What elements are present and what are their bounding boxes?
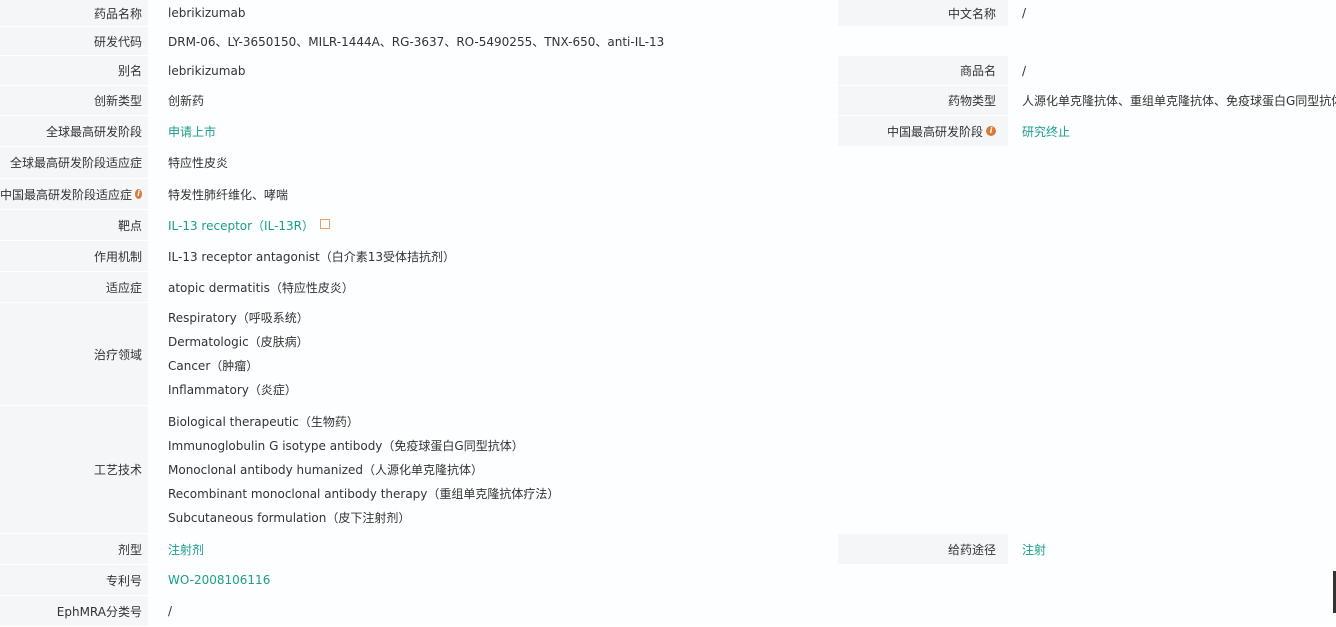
label-therapeutic-area: 治疗领域 (0, 303, 148, 405)
label-innovation-type: 创新类型 (0, 86, 148, 115)
label-route: 给药途径 (838, 534, 1008, 564)
value-trade-name: / (1008, 56, 1336, 85)
label-patent: 专利号 (0, 565, 148, 595)
value-alias: lebrikizumab (148, 56, 828, 85)
value-global-indication: 特应性皮炎 (148, 147, 1336, 178)
drug-info-table: 药品名称 lebrikizumab 中文名称 / 研发代码 DRM-06、LY-… (0, 0, 1336, 627)
row-innovation: 创新类型 创新药 药物类型 人源化单克隆抗体、重组单克隆抗体、免疫球蛋白G同型抗… (0, 86, 1336, 116)
row-therapeutic-area: 治疗领域 Respiratory（呼吸系统） Dermatologic（皮肤病）… (0, 303, 1336, 406)
label-target: 靶点 (0, 210, 148, 240)
link-target[interactable]: IL-13 receptor（IL-13R） (168, 217, 314, 234)
row-alias: 别名 lebrikizumab 商品名 / (0, 56, 1336, 86)
value-rd-code: DRM-06、LY-3650150、MILR-1444A、RG-3637、RO-… (148, 27, 1336, 55)
row-ephmra: EphMRA分类号 / (0, 596, 1336, 627)
label-technology: 工艺技术 (0, 406, 148, 533)
value-mechanism: IL-13 receptor antagonist（白介素13受体拮抗剂） (148, 241, 1336, 271)
link-dosage-form[interactable]: 注射剂 (168, 541, 204, 558)
label-rd-code: 研发代码 (0, 27, 148, 55)
row-china-indication: 中国最高研发阶段适应症 i 特发性肺纤维化、哮喘 (0, 179, 1336, 210)
link-global-stage[interactable]: 申请上市 (168, 123, 216, 140)
list-item: Dermatologic（皮肤病） (168, 335, 309, 349)
label-global-stage: 全球最高研发阶段 (0, 116, 148, 146)
row-mechanism: 作用机制 IL-13 receptor antagonist（白介素13受体拮抗… (0, 241, 1336, 272)
row-technology: 工艺技术 Biological therapeutic（生物药） Immunog… (0, 406, 1336, 534)
info-icon[interactable]: i (135, 189, 142, 199)
link-china-stage[interactable]: 研究终止 (1022, 123, 1070, 140)
value-indication: atopic dermatitis（特应性皮炎） (148, 272, 1336, 302)
list-item: Cancer（肿瘤） (168, 359, 259, 373)
value-therapeutic-area: Respiratory（呼吸系统） Dermatologic（皮肤病） Canc… (148, 303, 1336, 405)
label-china-indication: 中国最高研发阶段适应症 (0, 187, 133, 202)
row-global-stage: 全球最高研发阶段 申请上市 中国最高研发阶段 i 研究终止 (0, 116, 1336, 147)
label-chinese-name: 中文名称 (838, 0, 1008, 26)
value-ephmra: / (148, 596, 1336, 626)
list-item: Biological therapeutic（生物药） (168, 414, 359, 429)
value-drug-name: lebrikizumab (148, 0, 828, 26)
external-link-icon[interactable] (320, 219, 331, 229)
label-mechanism: 作用机制 (0, 241, 148, 271)
label-drug-type: 药物类型 (838, 86, 1008, 115)
label-ephmra: EphMRA分类号 (0, 596, 148, 626)
row-target: 靶点 IL-13 receptor（IL-13R） (0, 210, 1336, 241)
label-global-indication: 全球最高研发阶段适应症 (0, 147, 148, 178)
link-patent[interactable]: WO-2008106116 (168, 573, 270, 587)
list-item: Recombinant monoclonal antibody therapy（… (168, 486, 560, 501)
row-rd-code: 研发代码 DRM-06、LY-3650150、MILR-1444A、RG-363… (0, 27, 1336, 56)
value-china-indication: 特发性肺纤维化、哮喘 (148, 179, 1336, 209)
info-icon[interactable]: i (986, 126, 996, 136)
list-item: Immunoglobulin G isotype antibody（免疫球蛋白G… (168, 438, 524, 453)
value-innovation-type: 创新药 (148, 86, 828, 115)
row-drug-name: 药品名称 lebrikizumab 中文名称 / (0, 0, 1336, 27)
value-chinese-name: / (1008, 0, 1336, 26)
label-trade-name: 商品名 (838, 56, 1008, 85)
label-indication: 适应症 (0, 272, 148, 302)
label-drug-name: 药品名称 (0, 0, 148, 26)
row-dosage-form: 剂型 注射剂 给药途径 注射 (0, 534, 1336, 565)
label-dosage-form: 剂型 (0, 534, 148, 564)
label-china-stage: 中国最高研发阶段 (886, 124, 983, 139)
label-alias: 别名 (0, 56, 148, 85)
list-item: Subcutaneous formulation（皮下注射剂） (168, 510, 411, 525)
value-drug-type: 人源化单克隆抗体、重组单克隆抗体、免疫球蛋白G同型抗体 (1008, 86, 1336, 115)
row-global-indication: 全球最高研发阶段适应症 特应性皮炎 (0, 147, 1336, 179)
list-item: Inflammatory（炎症） (168, 383, 297, 397)
list-item: Respiratory（呼吸系统） (168, 311, 309, 325)
link-route[interactable]: 注射 (1022, 541, 1046, 558)
row-patent: 专利号 WO-2008106116 (0, 565, 1336, 596)
row-indication: 适应症 atopic dermatitis（特应性皮炎） (0, 272, 1336, 303)
value-technology: Biological therapeutic（生物药） Immunoglobul… (148, 406, 1336, 533)
list-item: Monoclonal antibody humanized（人源化单克隆抗体） (168, 462, 484, 477)
